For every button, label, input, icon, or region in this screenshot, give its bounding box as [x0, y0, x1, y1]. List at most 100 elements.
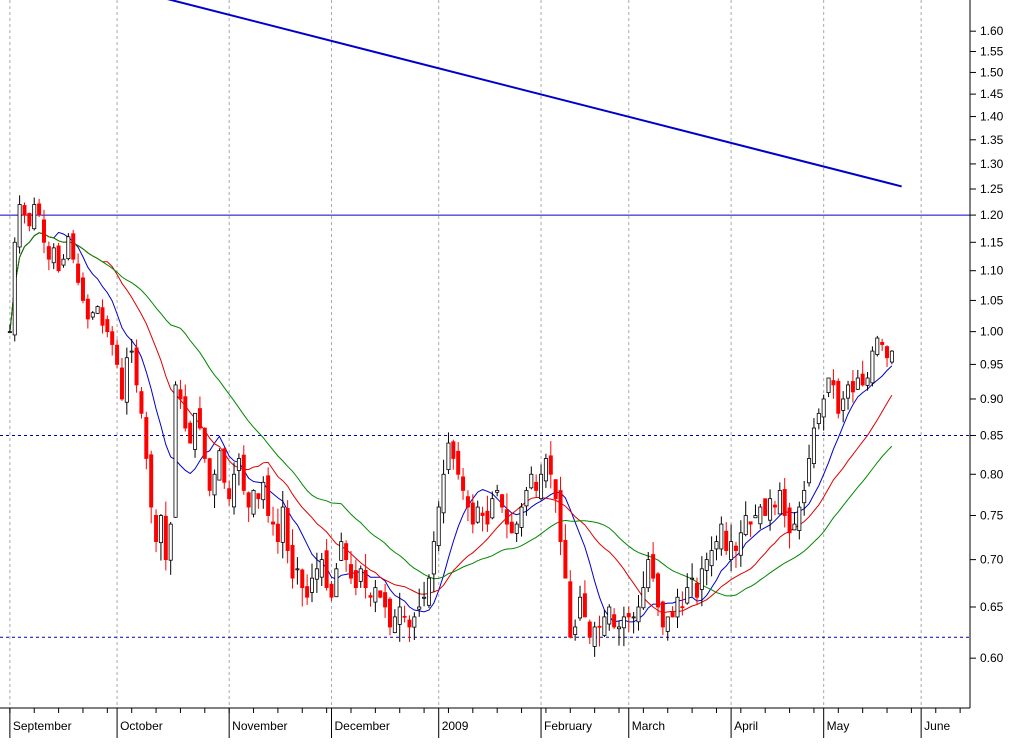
candle-body	[446, 442, 451, 471]
candle-body	[134, 347, 139, 386]
candlestick	[792, 512, 797, 531]
candlestick	[519, 502, 524, 537]
candlestick	[802, 480, 807, 516]
x-tick-label: December	[334, 719, 389, 733]
y-tick-label: 1.45	[980, 87, 1004, 101]
candle-body	[124, 357, 129, 403]
candlestick	[758, 503, 763, 529]
candlestick	[295, 557, 300, 585]
candlestick	[841, 391, 846, 423]
x-tick-label: June	[924, 719, 950, 733]
candlestick	[889, 350, 894, 365]
candlestick	[431, 531, 436, 593]
candle-body	[144, 417, 149, 459]
candle-body	[22, 205, 27, 216]
candlestick	[232, 462, 237, 515]
candle-body	[105, 319, 110, 333]
candlestick	[246, 491, 251, 523]
candle-body	[704, 559, 709, 571]
moving-averages	[9, 231, 893, 623]
candlestick	[441, 459, 446, 524]
candle-body	[621, 616, 626, 629]
candle-body	[256, 493, 261, 500]
candlestick	[173, 381, 178, 518]
candlestick	[115, 339, 120, 368]
candle-body	[300, 569, 305, 589]
candlestick	[504, 493, 509, 539]
candlestick	[543, 453, 548, 488]
candle-body	[426, 577, 431, 606]
candlestick	[22, 202, 27, 224]
candle-body	[631, 616, 636, 619]
candle-body	[509, 521, 514, 534]
candle-body	[197, 408, 202, 429]
candle-body	[602, 616, 607, 636]
candlestick	[305, 574, 310, 605]
candle-body	[860, 373, 865, 386]
candlestick	[41, 209, 46, 254]
candle-body	[504, 509, 509, 525]
candle-body	[685, 587, 690, 604]
candle-body	[27, 213, 32, 227]
candle-body	[71, 233, 76, 260]
y-tick-label: 1.00	[980, 325, 1004, 339]
candlestick	[266, 467, 271, 523]
y-tick-label: 1.10	[980, 264, 1004, 278]
candle-body	[729, 541, 734, 560]
candle-body	[222, 448, 227, 483]
candle-body	[37, 203, 42, 216]
chart-container: 1.60 1.55 1.50 1.45 1.40 1.35 1.30 1.25 1.20 1.15…	[0, 0, 1027, 744]
candlestick	[875, 335, 880, 357]
candle-body	[183, 396, 188, 429]
candle-body	[485, 510, 490, 525]
candle-body	[587, 621, 592, 638]
candlestick	[280, 490, 285, 559]
candle-body	[378, 590, 383, 598]
candlestick	[704, 552, 709, 586]
candlestick	[607, 604, 612, 631]
candle-body	[768, 498, 773, 521]
candle-body	[387, 598, 392, 628]
candle-body	[748, 521, 753, 525]
candlestick	[310, 563, 315, 603]
candlestick	[12, 237, 17, 342]
candlestick	[461, 468, 466, 500]
candlestick	[748, 521, 753, 538]
y-tick-label: 1.25	[980, 182, 1004, 196]
candlestick	[592, 621, 597, 657]
candlestick	[197, 396, 202, 431]
candlestick	[358, 565, 363, 588]
candlestick	[275, 508, 280, 554]
candlestick	[558, 476, 563, 556]
candlestick	[236, 453, 241, 486]
candlestick	[95, 305, 100, 314]
candlestick	[168, 521, 173, 575]
y-tick-label: 0.80	[980, 467, 1004, 481]
candle-body	[173, 384, 178, 518]
candle-body	[456, 450, 461, 475]
candle-body	[115, 344, 120, 365]
candle-body	[758, 506, 763, 525]
y-tick-label: 1.15	[980, 235, 1004, 249]
candle-body	[319, 559, 324, 578]
candle-body	[232, 473, 237, 508]
candle-body	[129, 350, 134, 353]
candle-body	[816, 412, 821, 425]
candle-body	[407, 619, 412, 628]
candle-body	[149, 454, 154, 508]
candlestick	[319, 552, 324, 587]
x-tick-label: September	[13, 719, 72, 733]
candle-body	[17, 204, 22, 248]
candlestick	[80, 272, 85, 304]
candle-body	[582, 593, 587, 618]
candlestick	[534, 474, 539, 499]
candle-body	[831, 380, 836, 386]
candle-body	[865, 377, 870, 386]
candle-body	[573, 626, 578, 635]
axes: 1.60 1.55 1.50 1.45 1.40 1.35 1.30 1.25 1.20 1.15…	[0, 0, 1004, 738]
y-tick-label: 0.90	[980, 392, 1004, 406]
candle-body	[66, 236, 71, 260]
candlestick	[490, 491, 495, 520]
candlestick	[660, 600, 665, 636]
candlestick	[719, 516, 724, 556]
